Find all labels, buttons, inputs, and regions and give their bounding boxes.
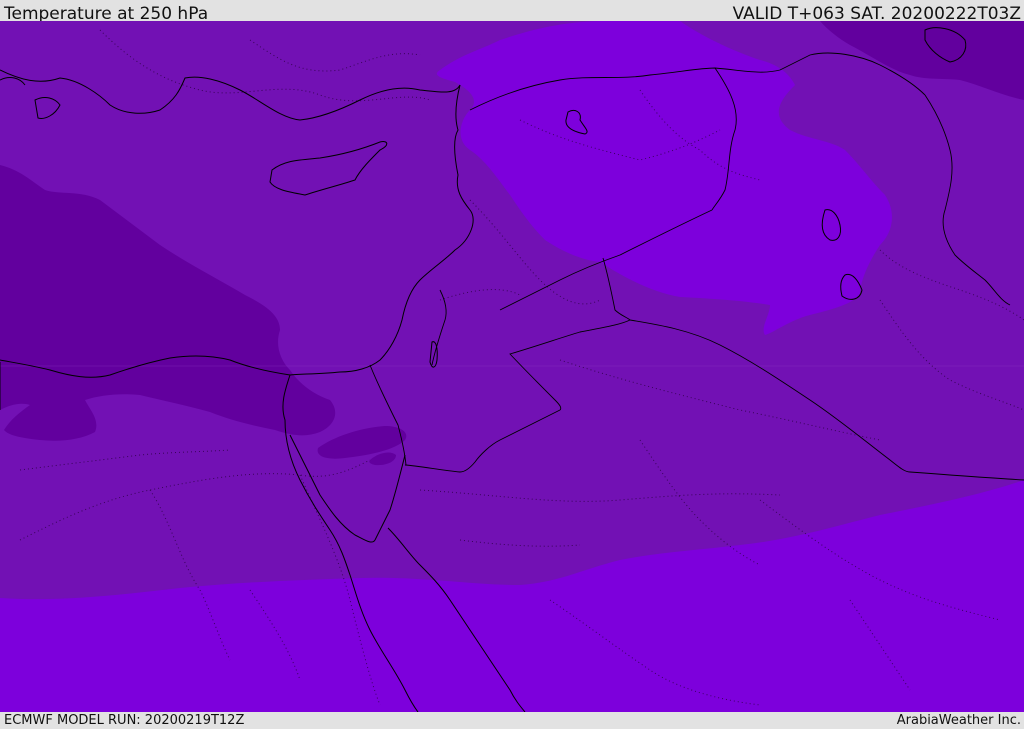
credit-label: ArabiaWeather Inc.	[896, 713, 1021, 728]
map-svg	[0, 21, 1024, 712]
weather-map[interactable]	[0, 21, 1024, 712]
model-run-label: ECMWF MODEL RUN: 20200219T12Z	[4, 713, 245, 728]
footer-bar: ECMWF MODEL RUN: 20200219T12Z ArabiaWeat…	[0, 712, 1024, 729]
header-bar: Temperature at 250 hPa VALID T+063 SAT. …	[0, 0, 1024, 24]
